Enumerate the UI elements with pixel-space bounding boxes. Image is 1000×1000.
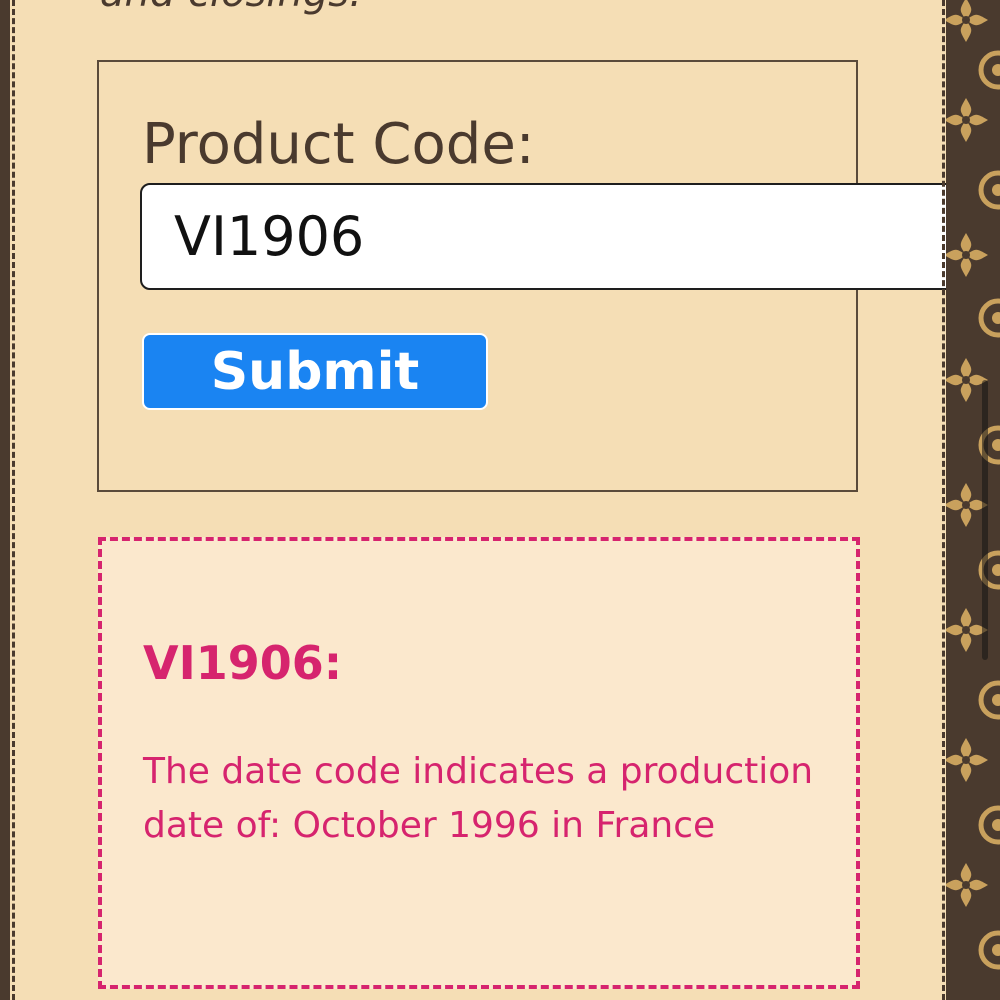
intro-text-fragment: and closings.: [100, 0, 362, 16]
scrollbar-thumb[interactable]: [982, 380, 988, 660]
monogram-pattern: [946, 0, 1000, 1000]
submit-button[interactable]: Submit: [142, 333, 488, 410]
stitching-right: [942, 0, 945, 1000]
product-code-input[interactable]: [140, 183, 1000, 290]
leather-border-left: [0, 0, 10, 1000]
result-message: The date code indicates a production dat…: [143, 751, 814, 846]
monogram-svg: [946, 0, 1000, 1000]
result-title: VI1906:: [143, 636, 343, 690]
page-frame: and closings. Product Code: Submit VI190…: [0, 0, 1000, 1000]
stitching-left: [12, 0, 15, 1000]
product-code-label: Product Code:: [142, 112, 535, 177]
